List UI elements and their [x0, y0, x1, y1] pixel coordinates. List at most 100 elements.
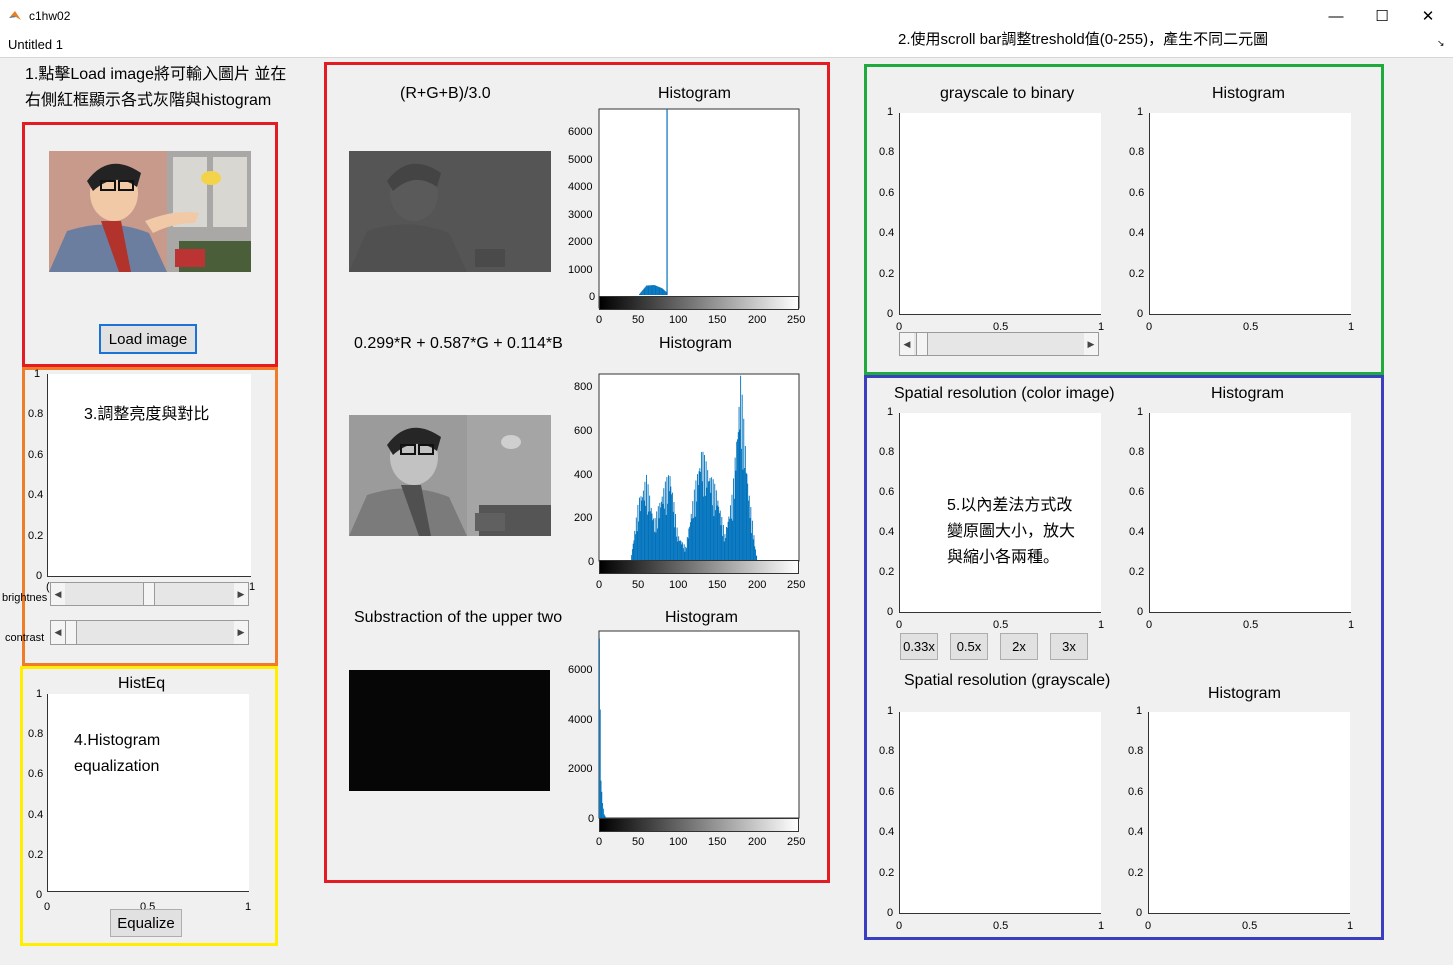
histogram-bar: [647, 285, 649, 295]
y-tick: 0.6: [28, 449, 44, 461]
histogram-bar: [707, 470, 709, 560]
histogram-bar: [656, 285, 658, 295]
arrow-right-icon[interactable]: ▶: [234, 621, 248, 644]
y-tick: 1: [1136, 705, 1143, 717]
scale-3-button[interactable]: 3x: [1050, 633, 1088, 660]
equalize-button[interactable]: Equalize: [110, 909, 182, 937]
arrow-right-icon[interactable]: ▶: [234, 583, 248, 605]
histogram-bar: [658, 518, 660, 560]
binary-hist-title: Histogram: [1212, 85, 1285, 102]
histogram-bar: [732, 520, 734, 560]
y-tick: 0.2: [1129, 267, 1145, 280]
x-tick: 1: [1098, 321, 1105, 333]
note-threshold: 2.使用scroll bar調整treshold值(0-255)，產生不同二元圖: [898, 31, 1269, 48]
scale-2-button[interactable]: 2x: [1000, 633, 1038, 660]
close-button[interactable]: ✕: [1405, 0, 1451, 32]
x-tick: 200: [748, 314, 767, 326]
y-tick: 0.8: [879, 146, 895, 159]
histogram-bar: [648, 511, 650, 560]
maximize-button[interactable]: ☐: [1359, 0, 1405, 32]
y-tick: 5000: [568, 154, 593, 166]
histogram-bar: [659, 287, 661, 295]
arrow-right-icon[interactable]: ▶: [1084, 333, 1098, 355]
load-image-button[interactable]: Load image: [99, 324, 197, 354]
histogram-bar: [719, 510, 721, 560]
y-tick: 0.4: [1129, 227, 1145, 240]
slider-thumb[interactable]: [143, 583, 155, 605]
histogram-bar: [693, 517, 695, 560]
histogram-bar: [678, 536, 680, 560]
note-load-line1: 1.點擊Load image將可輸入圖片 並在: [25, 66, 287, 83]
histogram-bar: [679, 540, 681, 560]
binary-title: grayscale to binary: [940, 85, 1075, 102]
histogram-bar: [725, 538, 727, 560]
histogram-bar: [650, 285, 652, 295]
histogram-bar: [641, 291, 643, 295]
scale-05-button[interactable]: 0.5x: [950, 633, 988, 660]
y-tick: 0.6: [879, 186, 895, 199]
x-tick: 0.5: [993, 920, 1009, 932]
contrast-slider[interactable]: ◀ ▶: [50, 620, 249, 645]
arrow-left-icon[interactable]: ◀: [900, 333, 914, 355]
y-tick: 0.8: [879, 745, 895, 758]
y-tick: 0.4: [879, 526, 895, 538]
histogram-bar: [689, 522, 691, 560]
histogram-bar: [709, 478, 711, 560]
histogram-bar: [695, 480, 697, 560]
y-tick: 1: [887, 705, 894, 717]
histogram-bar: [712, 479, 714, 560]
histogram-bar: [724, 534, 726, 560]
histogram-bar: [666, 109, 668, 295]
x-tick: 1: [1347, 920, 1354, 932]
arrow-left-icon[interactable]: ◀: [51, 583, 65, 605]
y-tick: 0: [588, 813, 595, 825]
y-tick: 2000: [568, 236, 593, 248]
y-tick: 0.2: [1128, 866, 1144, 879]
histogram-bar: [741, 394, 743, 560]
histogram-bar: [651, 285, 653, 295]
histogram-bar: [649, 285, 651, 295]
histogram-bar: [671, 492, 673, 560]
binary-axes: [899, 113, 1101, 315]
y-tick: 0.4: [1129, 526, 1145, 538]
histogram-bar: [660, 507, 662, 560]
minimize-button[interactable]: —: [1313, 0, 1359, 32]
histogram-bar: [699, 468, 701, 560]
weighted-gray-image: [349, 415, 551, 536]
x-tick: 150: [708, 836, 727, 848]
x-tick: 0.5: [993, 619, 1009, 631]
histogram-bar: [633, 540, 635, 560]
y-tick: 1000: [568, 264, 593, 276]
histogram-bar: [648, 285, 650, 295]
histogram-bar: [663, 488, 665, 560]
histogram-bar: [644, 481, 646, 560]
gray-colorbar: [599, 296, 799, 310]
x-tick: 1: [1348, 321, 1355, 333]
histogram-bar: [693, 489, 695, 560]
histogram-bar: [638, 521, 640, 560]
slider-thumb[interactable]: [916, 333, 928, 355]
histogram-bar: [679, 540, 680, 560]
note-load-line2: 右側紅框顯示各式灰階與histogram: [25, 92, 272, 109]
histogram-bar: [742, 469, 744, 560]
slider-thumb[interactable]: [65, 621, 77, 644]
histeq-title: HistEq: [118, 675, 166, 692]
avg-gray-image: [349, 151, 551, 272]
note-spatial-line1: 5.以內差法方式改: [947, 497, 1073, 514]
histogram-bar: [637, 504, 639, 560]
threshold-slider[interactable]: ◀ ▶: [899, 332, 1099, 356]
x-tick: 0.5: [1243, 619, 1259, 631]
x-tick: 200: [748, 836, 767, 848]
histogram-bar: [708, 480, 710, 560]
histogram-bar: [673, 502, 675, 560]
histogram-bar: [636, 531, 638, 560]
arrow-left-icon[interactable]: ◀: [51, 621, 65, 644]
scale-033-button[interactable]: 0.33x: [900, 633, 938, 660]
y-tick: 1: [887, 106, 894, 118]
y-tick: 4000: [568, 181, 593, 193]
histogram-bar: [658, 286, 660, 295]
brightness-slider[interactable]: ◀ ▶: [50, 582, 249, 606]
histogram-bar: [751, 533, 753, 560]
histogram-bar: [710, 492, 712, 560]
y-tick: 0.6: [1129, 486, 1145, 498]
